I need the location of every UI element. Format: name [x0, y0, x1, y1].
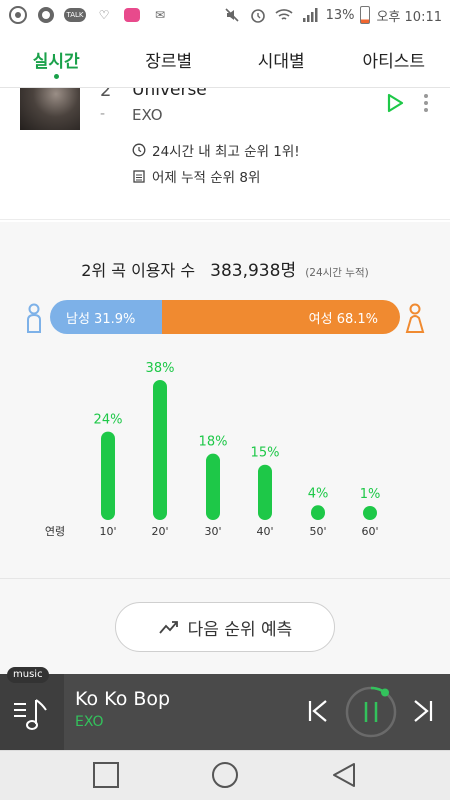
home-icon[interactable]	[211, 761, 239, 789]
age-bar-value-label: 4%	[308, 486, 329, 501]
kakaotalk-icon: TALK	[64, 8, 86, 22]
rank-change: -	[100, 106, 106, 122]
recent-apps-icon[interactable]	[92, 761, 120, 789]
age-tick-label: 40'	[256, 525, 273, 538]
age-tick-label: 60'	[361, 525, 378, 538]
tab-artist[interactable]: 아티스트	[338, 30, 450, 87]
listener-stats: 2위 곡 이용자 수 383,938명 (24시간 누적) 남성 31.9% 여…	[0, 222, 450, 674]
age-chart-svg: 연령 24% 10' 38% 20' 18% 30' 15% 40' 4% 50' 1% 60'	[45, 361, 381, 538]
next-track-icon[interactable]	[409, 697, 435, 725]
clock: 오후 10:11	[376, 9, 442, 25]
age-bar-value-label: 1%	[360, 487, 381, 502]
age-bar-50	[311, 505, 325, 520]
age-tick-label: 30'	[204, 525, 221, 538]
divider	[0, 578, 450, 579]
back-icon[interactable]	[330, 761, 358, 789]
wifi-icon	[274, 6, 294, 24]
listener-count: 2위 곡 이용자 수 383,938명 (24시간 누적)	[81, 261, 369, 281]
previous-track-icon[interactable]	[306, 697, 332, 725]
female-ratio: 여성 68.1%	[161, 300, 400, 334]
age-tick-label: 50'	[309, 525, 326, 538]
age-bar-value-label: 18%	[199, 435, 228, 450]
now-playing-artist[interactable]: EXO	[75, 714, 104, 730]
age-bar-value-label: 38%	[146, 361, 175, 376]
mail-icon: ✉	[154, 8, 166, 22]
song-card: 2 - Universe EXO 24시간 내 최고 순위 1위! 어제 누적 …	[0, 88, 450, 220]
age-bar-20	[153, 380, 167, 520]
age-distribution-chart: 연령 24% 10' 38% 20' 18% 30' 15% 40' 4% 50' 1% 60'	[0, 352, 450, 552]
app-notification-icon	[8, 6, 28, 24]
age-tick-label: 10'	[99, 525, 116, 538]
age-bar-value-label: 15%	[251, 446, 280, 461]
song-rank: 2	[100, 88, 112, 101]
age-bar-40	[258, 464, 272, 520]
age-bar-value-label: 24%	[94, 413, 123, 428]
pause-button[interactable]	[344, 685, 398, 739]
active-tab-indicator	[53, 74, 59, 79]
yesterday-rank-info: 어제 누적 순위 8위	[132, 166, 260, 186]
age-bar-60	[363, 506, 377, 520]
calendar-icon	[133, 170, 145, 183]
chart-tabs: 실시간 장르별 시대별 아티스트	[0, 30, 450, 88]
tab-realtime[interactable]: 실시간	[0, 30, 113, 87]
pink-app-icon	[122, 6, 142, 24]
heart-icon: ♡	[98, 8, 110, 22]
gender-ratio-bar: 남성 31.9% 여성 68.1%	[50, 300, 400, 334]
age-axis-label: 연령	[45, 525, 65, 538]
age-bar-10	[101, 431, 115, 520]
song-artist[interactable]: EXO	[132, 106, 163, 124]
album-art[interactable]	[20, 88, 80, 130]
tab-genre[interactable]: 장르별	[113, 30, 226, 87]
more-vertical-icon[interactable]	[418, 92, 434, 114]
peak-rank-info: 24시간 내 최고 순위 1위!	[132, 140, 300, 160]
song-title[interactable]: Universe	[132, 88, 207, 100]
messenger-icon	[36, 6, 56, 24]
signal-icon	[300, 6, 320, 24]
playlist-menu[interactable]	[0, 674, 64, 750]
age-tick-label: 20'	[151, 525, 168, 538]
status-bar: TALK ♡ ✉ 13% 오후 10:11	[0, 0, 450, 30]
music-tag: music	[7, 667, 49, 683]
system-nav-bar	[0, 750, 450, 800]
mute-icon	[222, 6, 242, 24]
male-icon	[27, 303, 41, 333]
predict-next-rank-button[interactable]: 다음 순위 예측	[115, 602, 335, 652]
clock-icon	[132, 143, 146, 157]
female-icon	[405, 303, 425, 333]
age-bar-30	[206, 453, 220, 520]
battery-percent: 13%	[325, 7, 355, 23]
alarm-icon	[248, 6, 268, 24]
battery-icon	[360, 6, 371, 24]
playlist-music-icon	[14, 699, 47, 730]
now-playing-title[interactable]: Ko Ko Bop	[75, 688, 170, 710]
play-icon[interactable]	[384, 92, 406, 114]
tab-era[interactable]: 시대별	[225, 30, 338, 87]
male-ratio: 남성 31.9%	[50, 300, 162, 334]
trend-up-icon	[158, 621, 178, 634]
